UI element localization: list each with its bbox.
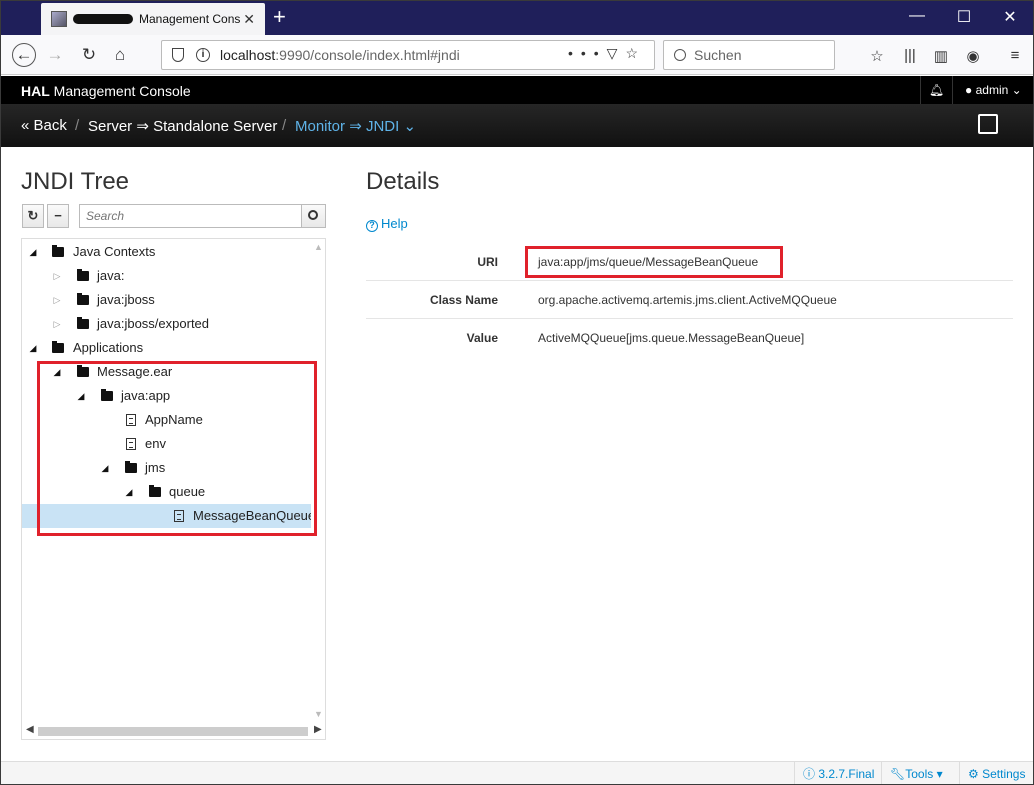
user-name: admin [975,83,1009,97]
back-arrow-icon[interactable]: ← [12,43,36,67]
scroll-right-icon[interactable]: ▶ [314,724,322,735]
detail-key: Class Name [429,293,498,307]
refresh-button[interactable]: ↻ [22,204,44,228]
chevron-down-icon: ⌄ [403,118,417,135]
chevron-down-icon: ⌄ [1011,83,1022,97]
tools-menu[interactable]: 🔧︎Tools ▾ [881,762,943,784]
collapsed-triangle-icon[interactable]: ▷ [52,312,62,336]
tree-search-field [79,204,326,228]
scrollbar-thumb[interactable] [38,727,308,736]
search-icon [674,49,686,61]
browser-tab[interactable]: Management Cons ✕ [41,3,265,35]
folder-icon [77,293,89,305]
menu-icon[interactable]: ≡ [1005,47,1025,64]
scroll-left-icon[interactable]: ◀ [26,724,34,735]
tab-close-icon[interactable]: ✕ [243,11,255,28]
browser-search-field[interactable]: Suchen [663,40,835,70]
folder-icon [52,341,64,353]
new-tab-icon[interactable]: + [273,5,286,29]
notification-bell-icon[interactable]: 🔔︎ [920,76,952,104]
settings-link[interactable]: ⚙ Settings [959,762,1025,784]
reload-icon[interactable]: ↻ [77,43,101,67]
home-icon[interactable]: ⌂ [108,43,132,67]
folder-icon [77,269,89,281]
tree-panel-title: JNDI Tree [21,168,130,195]
wrench-icon: 🔧︎ [890,767,906,781]
account-icon[interactable]: ◉ [963,47,983,65]
forward-arrow-icon[interactable]: → [43,43,67,67]
tab-favicon-icon [51,11,67,27]
external-link-icon[interactable] [978,114,998,134]
collapsed-triangle-icon[interactable]: ▷ [52,264,62,288]
user-menu[interactable]: ● admin ⌄ [952,76,1033,104]
redacted-mark [73,14,133,24]
breadcrumb-separator: / [75,117,80,134]
back-link[interactable]: « Back [21,117,67,134]
info-circle-icon: ⓘ [803,767,816,781]
browser-toolbar: ← → ↻ ⌂ i localhost:9990/console/index.h… [1,35,1033,75]
sidebar-icon[interactable]: ▥ [931,47,951,65]
detail-row-value: Value ActiveMQQueue[jms.queue.MessageBea… [366,319,1013,357]
tree-node-java[interactable]: ▷ java: [22,264,311,288]
url-bar[interactable]: i localhost:9990/console/index.html#jndi… [161,40,655,70]
expanded-triangle-icon[interactable]: ◢ [28,240,38,264]
breadcrumb: « Back / Server ⇒ Standalone Server / Mo… [1,104,1033,147]
app-brand: HAL Management Console [21,83,191,99]
tree-node-java-jboss[interactable]: ▷ java:jboss [22,288,311,312]
tree-node-java-contexts[interactable]: ◢ Java Contexts [22,240,311,264]
footer: ⓘ 3.2.7.Final 🔧︎Tools ▾ ⚙ Settings [1,761,1033,784]
title-bar: Management Cons ✕ + — ☐ ✕ [1,1,1033,35]
tree-highlight-box [37,361,317,536]
tab-title: Management Cons [139,12,241,26]
uri-highlight-box [525,246,783,278]
help-icon: ? [366,220,378,232]
gears-icon: ⚙ [968,767,979,781]
collapse-all-button[interactable]: − [47,204,69,228]
version-link[interactable]: ⓘ 3.2.7.Final [794,762,874,784]
library-icon[interactable]: ||| [900,47,920,64]
user-icon: ● [965,83,973,97]
details-title: Details [366,168,440,195]
breadcrumb-server[interactable]: Server ⇒ Standalone Server [88,117,277,135]
help-link[interactable]: ? Help [366,216,408,232]
expanded-triangle-icon[interactable]: ◢ [28,336,38,360]
detail-row-class-name: Class Name org.apache.activemq.artemis.j… [366,281,1013,319]
app-header: HAL Management Console 🔔︎ ● admin ⌄ [1,76,1033,104]
browser-window: Management Cons ✕ + — ☐ ✕ ← → ↻ ⌂ i loca… [0,0,1034,785]
breadcrumb-monitor[interactable]: Monitor ⇒ JNDI ⌄ [295,117,416,135]
breadcrumb-separator: / [282,117,287,134]
tree-node-java-jboss-exported[interactable]: ▷ java:jboss/exported [22,312,311,336]
detail-value: ActiveMQQueue[jms.queue.MessageBeanQueue… [538,331,805,345]
shield-icon[interactable] [172,48,184,62]
scroll-down-icon[interactable]: ▼ [314,709,323,719]
tree-node-applications[interactable]: ◢ Applications [22,336,311,360]
bookmark-star-icon[interactable]: ☆ [867,47,887,65]
browser-search-placeholder: Suchen [694,47,742,63]
folder-icon [77,317,89,329]
page-actions-icon[interactable]: •••▽☆ [568,45,646,62]
tree-search-input[interactable] [80,205,300,227]
tree-horizontal-scrollbar[interactable]: ◀ ▶ [22,723,325,739]
caret-down-icon: ▾ [936,767,943,781]
info-icon[interactable]: i [196,48,210,62]
detail-key: Value [466,331,498,345]
search-icon [308,210,318,220]
folder-icon [52,245,64,257]
detail-key: URI [477,255,498,269]
scroll-up-icon[interactable]: ▲ [314,242,323,252]
detail-value: org.apache.activemq.artemis.jms.client.A… [538,293,837,307]
collapsed-triangle-icon[interactable]: ▷ [52,288,62,312]
window-close-icon[interactable]: ✕ [1000,7,1020,27]
maximize-icon[interactable]: ☐ [954,7,974,27]
url-text[interactable]: localhost:9990/console/index.html#jndi [220,47,460,63]
tree-search-button[interactable] [301,205,325,227]
minimize-icon[interactable]: — [907,7,927,25]
